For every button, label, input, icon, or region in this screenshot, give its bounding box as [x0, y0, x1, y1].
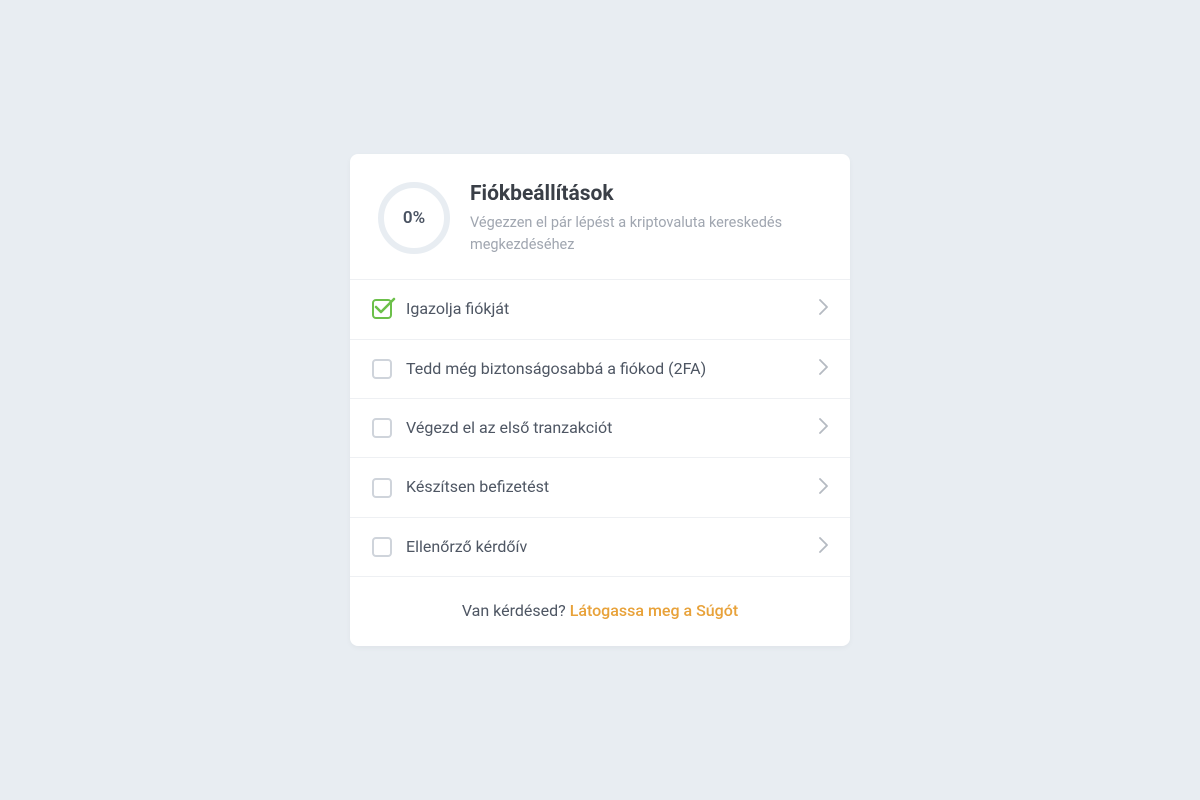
- card-header: 0% Fiókbeállítások Végezzen el pár lépés…: [350, 154, 850, 280]
- task-first-transaction[interactable]: Végezd el az első tranzakciót: [350, 399, 850, 458]
- chevron-right-icon: [819, 478, 828, 498]
- task-label: Tedd még biztonságosabbá a fiókod (2FA): [406, 358, 805, 380]
- card-footer: Van kérdésed? Látogassa meg a Súgót: [350, 577, 850, 646]
- progress-ring: 0%: [378, 182, 450, 254]
- checkbox-icon: [372, 478, 392, 498]
- account-setup-card: 0% Fiókbeállítások Végezzen el pár lépés…: [350, 154, 850, 646]
- task-list: Igazolja fiókját Tedd még biztonságosabb…: [350, 279, 850, 577]
- task-label: Ellenőrző kérdőív: [406, 536, 805, 558]
- chevron-right-icon: [819, 537, 828, 557]
- task-questionnaire[interactable]: Ellenőrző kérdőív: [350, 518, 850, 577]
- header-text: Fiókbeállítások Végezzen el pár lépést a…: [470, 182, 822, 256]
- checkbox-icon: [372, 537, 392, 557]
- chevron-right-icon: [819, 359, 828, 379]
- checkbox-icon: [372, 299, 392, 319]
- progress-percent: 0%: [403, 208, 425, 228]
- card-subtitle: Végezzen el pár lépést a kriptovaluta ke…: [470, 212, 822, 256]
- task-label: Készítsen befizetést: [406, 476, 805, 498]
- checkbox-icon: [372, 359, 392, 379]
- task-label: Végezd el az első tranzakciót: [406, 417, 805, 439]
- footer-question: Van kérdésed?: [462, 601, 566, 620]
- chevron-right-icon: [819, 299, 828, 319]
- card-title: Fiókbeállítások: [470, 182, 822, 206]
- task-2fa[interactable]: Tedd még biztonságosabbá a fiókod (2FA): [350, 340, 850, 399]
- help-link[interactable]: Látogassa meg a Súgót: [570, 601, 738, 620]
- task-verify-account[interactable]: Igazolja fiókját: [350, 280, 850, 339]
- task-deposit[interactable]: Készítsen befizetést: [350, 458, 850, 517]
- chevron-right-icon: [819, 418, 828, 438]
- checkbox-icon: [372, 418, 392, 438]
- task-label: Igazolja fiókját: [406, 298, 805, 320]
